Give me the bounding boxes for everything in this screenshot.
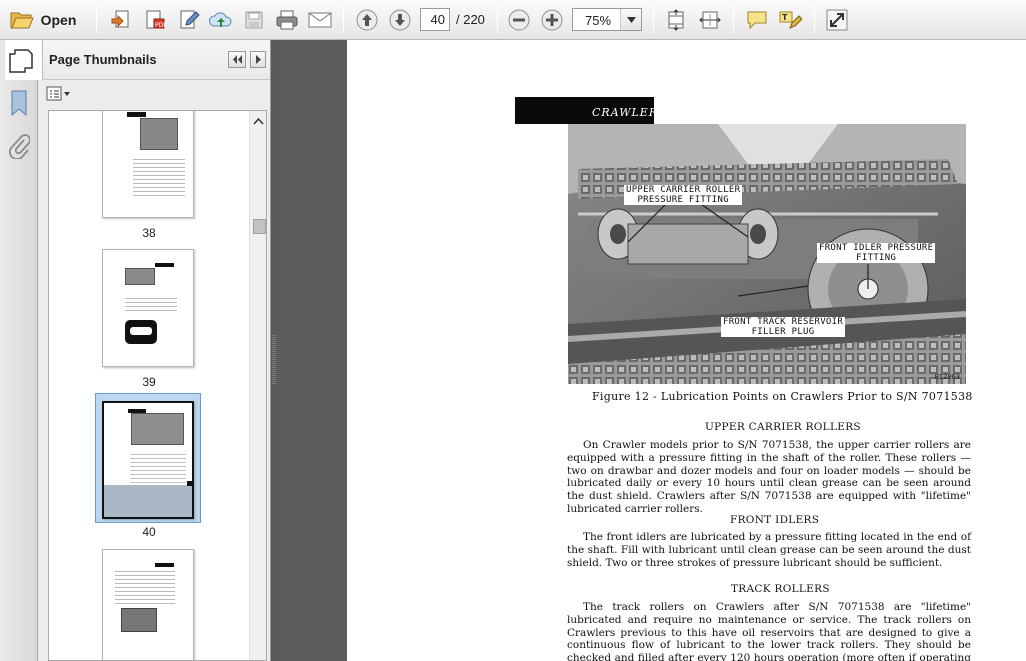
panel-title: Page Thumbnails [49,52,157,67]
section-header-text: CRAWLER [592,106,659,119]
edit-icon [180,10,200,29]
navigation-rail [0,40,38,661]
upload-button[interactable] [208,7,234,33]
section-title: FRONT IDLERS [730,514,820,526]
section-paragraph: On Crawler models prior to S/N 7071538, … [567,439,971,515]
callout-front-idler: FRONT IDLER PRESSURE FITTING [817,243,936,263]
chevron-right-icon [256,55,261,64]
section-paragraph: The track rollers on Crawlers after S/N … [567,601,971,661]
create-icon [111,10,129,28]
toolbar-divider [653,7,654,33]
thumbnail-page[interactable] [102,111,194,218]
thumbnail-scrollbar[interactable] [249,111,266,660]
prev-page-button[interactable] [354,7,380,33]
thumbnails-panel: Page Thumbnails 38 39 40 [5,40,271,661]
comment-button[interactable] [744,7,770,33]
section-title: TRACK ROLLERS [731,583,830,595]
folder-open-icon [10,12,34,29]
document-page: CRAWLER UPPER CARRIER ROLLER PRESSURE FI… [347,40,1026,661]
email-icon [308,12,332,28]
paperclip-icon [9,134,31,160]
callout-upper-carrier: UPPER CARRIER ROLLER PRESSURE FITTING [624,185,743,205]
zoom-select[interactable]: 75% [572,8,642,31]
thumbnail-page[interactable] [102,549,194,660]
section-paragraph: The front idlers are lubricated by a pre… [567,531,971,569]
svg-text:PDF: PDF [155,22,166,29]
toolbar-divider [96,7,97,33]
page-number-input[interactable]: 40 [420,8,450,31]
print-button[interactable] [274,7,300,33]
thumbnail-label: 39 [142,375,156,389]
highlight-icon: T [779,11,802,29]
document-viewport[interactable]: CRAWLER UPPER CARRIER ROLLER PRESSURE FI… [277,40,1026,661]
toolbar-divider [814,7,815,33]
create-button[interactable] [108,7,134,33]
scrollbar-thumb[interactable] [253,219,266,234]
fit-width-button[interactable] [698,7,722,33]
thumbnail-page-selected[interactable] [102,401,194,519]
thumbnail-label: 40 [142,525,156,539]
convert-icon: PDF [146,10,166,29]
figure-photo: UPPER CARRIER ROLLER PRESSURE FITTING FR… [568,124,966,384]
zoom-in-icon [541,9,563,31]
chevron-up-icon [253,117,264,125]
collapse-panel-button[interactable] [228,51,246,68]
panel-header: Page Thumbnails [5,40,270,80]
fit-page-button[interactable] [664,7,688,33]
figure-code: BI2063 [934,373,960,381]
callout-front-track: FRONT TRACK RESERVOIR FILLER PLUG [721,317,846,337]
zoom-out-icon [508,9,530,31]
bookmark-icon [11,90,27,117]
attachments-tab[interactable] [8,133,31,162]
double-chevron-left-icon [233,55,242,64]
save-icon [245,11,263,29]
upload-icon [209,12,232,27]
next-page-icon [389,9,411,31]
svg-text:T: T [782,13,788,22]
fit-page-icon [668,9,684,31]
toolbar-divider [733,7,734,33]
zoom-in-button[interactable] [539,7,565,33]
open-label: Open [40,12,77,28]
thumbnail-list[interactable]: 38 39 40 [48,110,267,661]
edit-button[interactable] [176,7,202,33]
page-total: / 220 [456,12,485,27]
thumbnail-page[interactable] [102,249,194,367]
save-button[interactable] [242,7,266,33]
highlight-button[interactable]: T [777,7,803,33]
zoom-value: 75% [585,13,612,28]
email-button[interactable] [307,7,333,33]
figure-caption: Figure 12 - Lubrication Points on Crawle… [592,390,973,403]
toolbar-divider [497,7,498,33]
options-menu-icon [46,86,70,101]
section-title: UPPER CARRIER ROLLERS [705,421,861,433]
open-button[interactable]: Open [6,7,80,33]
fit-width-icon [699,11,721,29]
print-icon [276,10,298,30]
main-toolbar: Open PDF 40 / 220 75% T [0,0,1026,40]
bookmarks-tab[interactable] [9,90,29,119]
expand-panel-button[interactable] [250,51,266,68]
comment-icon [747,11,767,30]
next-page-button[interactable] [387,7,413,33]
prev-page-icon [356,9,378,31]
convert-button[interactable]: PDF [142,7,168,33]
chevron-down-icon[interactable] [620,9,641,30]
pages-icon [8,48,34,77]
grip-icon [272,335,276,385]
zoom-out-button[interactable] [506,7,532,33]
toolbar-divider [343,7,344,33]
thumbnail-label: 38 [142,226,156,240]
fullscreen-icon [826,9,848,31]
thumbnail-options-button[interactable] [46,86,72,104]
fullscreen-button[interactable] [824,7,850,33]
